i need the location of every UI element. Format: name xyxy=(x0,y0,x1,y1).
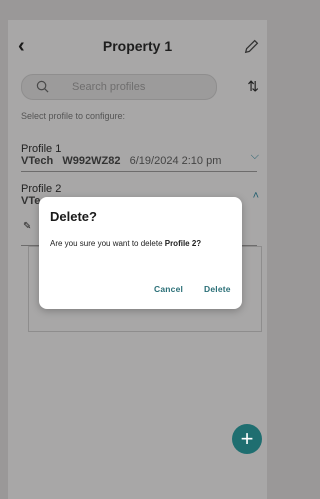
divider xyxy=(21,171,257,172)
page-title: Property 1 xyxy=(102,38,173,54)
profile-time: 2:10 pm xyxy=(181,155,222,167)
profile-item[interactable]: Profile 1 VTech W992WZ82 6/19/2024 2:10 … xyxy=(21,143,261,168)
delete-button[interactable]: Delete xyxy=(204,284,231,294)
profile-name: Profile 2 xyxy=(21,183,62,195)
top-bar: ‹ Property 1 xyxy=(8,20,267,74)
search-placeholder: Search profiles xyxy=(72,81,146,93)
profile-name: Profile 1 xyxy=(21,143,62,155)
add-profile-button[interactable]: + xyxy=(232,424,262,454)
profile-date: 6/19/2024 xyxy=(129,155,179,167)
profile-brand: VTech xyxy=(21,155,54,167)
profile-model: W992WZ82 xyxy=(62,155,121,167)
search-input[interactable]: Search profiles xyxy=(21,74,217,100)
dialog-title: Delete? xyxy=(50,209,97,224)
profile-meta: VTech W992WZ82 6/19/2024 2:10 pm xyxy=(21,155,261,167)
sort-icon[interactable]: ⇅ xyxy=(247,78,259,95)
search-icon xyxy=(36,80,49,93)
pencil-icon[interactable]: ✎ xyxy=(23,221,31,232)
chevron-up-icon[interactable]: ˄ xyxy=(253,190,259,202)
dialog-message-text: Are you sure you want to delete xyxy=(50,239,165,248)
chevron-down-icon[interactable]: ⌵ xyxy=(251,150,259,163)
dialog-message-profile: Profile 2? xyxy=(164,239,202,248)
pencil-icon[interactable] xyxy=(243,37,261,55)
profile-brand: VTe xyxy=(21,195,41,207)
select-profile-hint: Select profile to configure: xyxy=(21,111,126,121)
dialog-message: Are you sure you want to delete Profile … xyxy=(50,239,240,248)
cancel-button[interactable]: Cancel xyxy=(154,284,183,294)
delete-dialog: Delete? Are you sure you want to delete … xyxy=(39,197,242,309)
